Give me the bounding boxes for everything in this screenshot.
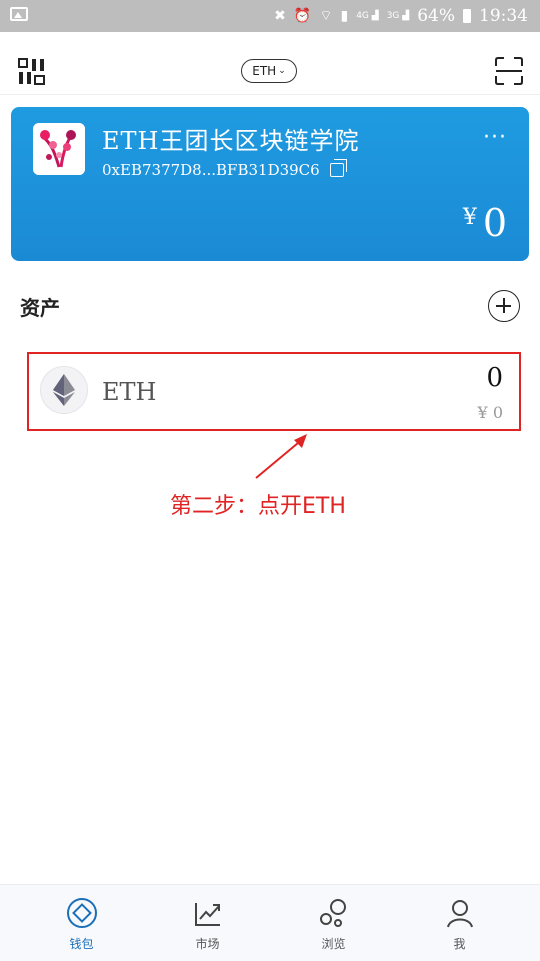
annotation-arrow-icon [255, 434, 307, 479]
tab-market-label: 市场 [195, 937, 220, 951]
image-icon [10, 7, 28, 21]
wallet-icon [66, 898, 97, 928]
wallet-card[interactable]: ETH王团长区块链学院 0xEB7377D8...BFB31D39C6 ··· … [11, 107, 529, 261]
sim-icon: ▮ [340, 8, 349, 24]
clock: 19:34 [479, 6, 528, 26]
signal-3g-icon: 3G ▟ [386, 10, 410, 21]
token-symbol: ETH [102, 378, 157, 406]
assets-title: 资产 [20, 296, 60, 320]
alarm-icon: ⏰ [293, 8, 312, 24]
mute-icon: ✖ [274, 8, 286, 24]
status-bar: ✖ ⏰ ⌔ ▮ 4G ▟ 3G ▟ 64% 19:34 [0, 0, 540, 32]
status-icons: ✖ ⏰ ⌔ ▮ 4G ▟ 3G ▟ 64% 19:34 [274, 5, 528, 27]
browse-bubbles-icon [319, 899, 346, 927]
tab-browse-label: 浏览 [321, 937, 346, 951]
battery-icon [463, 9, 471, 23]
wallet-address-row: 0xEB7377D8...BFB31D39C6 [102, 159, 347, 179]
balance-value: 0 [482, 201, 507, 245]
add-asset-button[interactable] [488, 290, 520, 322]
tab-wallet[interactable]: 钱包 [14, 885, 149, 961]
chevron-down-icon: ⌄ [278, 66, 286, 76]
tab-me[interactable]: 我 [392, 885, 527, 961]
token-fiat-value: ¥ 0 [477, 403, 503, 422]
eth-logo-icon [40, 366, 88, 414]
signal-4g-icon: 4G ▟ [356, 10, 379, 21]
wallet-balance: ¥ 0 [463, 201, 507, 245]
wallet-avatar [33, 123, 85, 175]
grid-menu-icon[interactable] [18, 58, 46, 86]
profile-icon [446, 900, 473, 928]
market-chart-icon [194, 903, 220, 926]
currency-symbol: ¥ [462, 205, 477, 230]
annotation-text: 第二步：点开ETH [170, 494, 346, 519]
wallet-address: 0xEB7377D8...BFB31D39C6 [102, 161, 320, 179]
token-quantity: 0 [486, 363, 503, 393]
tab-browse[interactable]: 浏览 [266, 885, 401, 961]
copy-icon[interactable] [329, 159, 347, 177]
wifi-icon: ⌔ [319, 8, 333, 24]
tab-market[interactable]: 市场 [140, 885, 275, 961]
network-selector[interactable]: ETH ⌄ [241, 59, 297, 83]
top-bar: ETH ⌄ [0, 32, 540, 95]
battery-percent: 64% [417, 6, 455, 26]
network-label: ETH [252, 64, 277, 78]
flower-logo-icon [33, 123, 85, 175]
bottom-tab-bar: 钱包 市场 浏览 我 [0, 884, 540, 961]
wallet-name: ETH王团长区块链学院 [102, 127, 360, 155]
more-options-button[interactable]: ··· [483, 125, 507, 150]
tab-wallet-label: 钱包 [69, 937, 94, 951]
tab-me-label: 我 [453, 937, 466, 951]
scan-icon[interactable] [494, 56, 524, 86]
token-row-eth[interactable]: ETH 0 ¥ 0 [27, 352, 521, 431]
